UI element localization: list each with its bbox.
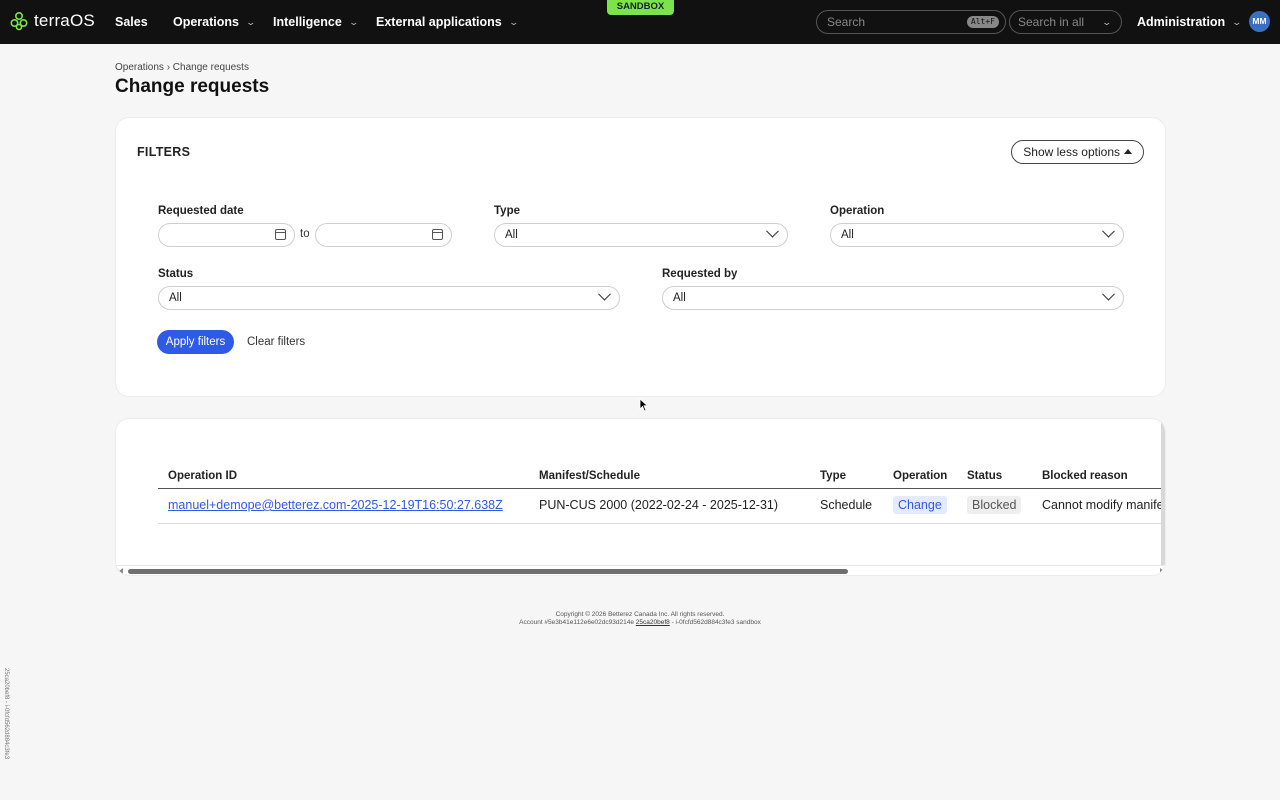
show-less-options-button[interactable]: Show less options (1011, 140, 1144, 164)
scroll-right-icon[interactable] (1160, 568, 1164, 574)
top-navigation: terraOS Sales Operations ⌄ Intelligence … (0, 0, 1280, 44)
requested-date-from-input[interactable] (158, 223, 295, 247)
search-shortcut-badge: Alt+F (966, 16, 999, 28)
column-header-blocked-reason[interactable]: Blocked reason (1042, 470, 1128, 482)
mouse-cursor-icon (639, 398, 649, 412)
type-select-value: All (505, 229, 518, 241)
type-select[interactable]: All (494, 223, 788, 247)
requested-date-label: Requested date (158, 205, 244, 217)
operation-select[interactable]: All (830, 223, 1124, 247)
account-info: Account #5e3b41e112e6e02dc93d214e 25ca20… (0, 619, 1280, 627)
horizontal-scrollbar[interactable] (116, 565, 1165, 575)
date-range-to-label: to (300, 228, 310, 240)
type-cell: Schedule (820, 498, 873, 512)
logo-text: terraOS (34, 11, 95, 30)
manifest-schedule-cell: PUN-CUS 2000 (2022-02-24 - 2025-12-31) (539, 498, 779, 512)
caret-up-icon (1124, 149, 1132, 154)
search-scope-select[interactable]: Search in all ⌄ (1009, 10, 1122, 34)
type-label: Type (494, 205, 520, 217)
chevron-down-icon: ⌄ (348, 16, 359, 27)
show-less-options-label: Show less options (1023, 145, 1120, 159)
scroll-left-icon[interactable] (119, 568, 123, 574)
chevron-down-icon (766, 224, 779, 238)
nav-external-applications-label: External applications (376, 15, 502, 29)
chevron-down-icon: ⌄ (245, 16, 257, 27)
nav-administration[interactable]: Administration ⌄ (1137, 15, 1243, 29)
nav-intelligence-label: Intelligence (273, 15, 342, 29)
user-avatar[interactable]: MM (1249, 11, 1270, 32)
nav-operations[interactable]: Operations ⌄ (173, 15, 257, 29)
nav-intelligence[interactable]: Intelligence ⌄ (273, 15, 359, 29)
horizontal-scrollbar-thumb[interactable] (128, 569, 848, 574)
breadcrumb: Operations › Change requests (115, 62, 249, 73)
chevron-down-icon: ⌄ (1231, 16, 1243, 27)
table-header-divider (158, 488, 1165, 489)
nav-sales[interactable]: Sales (115, 15, 148, 29)
chevron-down-icon (1102, 224, 1115, 238)
account-number: Account #5e3b41e112e6e02dc93d214e (519, 619, 634, 626)
terraos-logo-icon (10, 11, 28, 31)
nav-operations-label: Operations (173, 15, 239, 29)
requested-by-label: Requested by (662, 268, 738, 280)
operation-id-link[interactable]: manuel+demope@betterez.com-2025-12-19T16… (168, 498, 503, 512)
chevron-down-icon (598, 287, 611, 301)
filters-heading: FILTERS (137, 145, 191, 159)
column-header-status[interactable]: Status (967, 470, 1002, 482)
requested-date-to-input[interactable] (315, 223, 452, 247)
table-row-divider (158, 523, 1165, 524)
clear-filters-button[interactable]: Clear filters (247, 336, 305, 348)
calendar-icon[interactable] (275, 229, 286, 240)
operation-badge: Change (893, 496, 947, 514)
filters-panel: FILTERS Show less options Requested date… (115, 117, 1166, 397)
page-title: Change requests (115, 76, 270, 97)
nav-administration-label: Administration (1137, 15, 1226, 29)
status-select[interactable]: All (158, 286, 620, 310)
copyright-text: Copyright © 2026 Betterez Canada Inc. Al… (555, 611, 725, 618)
status-badge: Blocked (967, 496, 1022, 514)
nav-external-applications[interactable]: External applications ⌄ (376, 15, 519, 29)
column-header-operation-id[interactable]: Operation ID (168, 470, 237, 482)
side-instance-id: 25ca20bef8 - i-0fcfd562d884c3fe3 (3, 668, 9, 760)
terraos-logo[interactable]: terraOS (10, 11, 95, 31)
chevron-down-icon: ⌄ (508, 16, 519, 27)
change-requests-table: Operation ID Manifest/Schedule Type Oper… (115, 418, 1166, 576)
sandbox-badge: SANDBOX (607, 0, 674, 15)
requested-by-select-value: All (673, 292, 686, 304)
status-select-value: All (169, 292, 182, 304)
chevron-down-icon (1102, 287, 1115, 301)
global-search-input[interactable]: Search Alt+F (816, 10, 1006, 34)
nav-sales-label: Sales (115, 15, 148, 29)
operation-select-value: All (841, 229, 854, 241)
column-header-type[interactable]: Type (820, 470, 846, 482)
status-label: Status (158, 268, 194, 280)
footer: Copyright © 2026 Betterez Canada Inc. Al… (0, 611, 1280, 627)
chevron-down-icon: ⌄ (1101, 17, 1113, 27)
account-link[interactable]: 25ca20bef8 (636, 619, 670, 626)
column-header-operation[interactable]: Operation (893, 470, 947, 482)
operation-label: Operation (830, 205, 885, 217)
apply-filters-button[interactable]: Apply filters (157, 330, 234, 354)
vertical-scrollbar[interactable] (1161, 419, 1165, 565)
calendar-icon[interactable] (432, 229, 443, 240)
column-header-manifest-schedule[interactable]: Manifest/Schedule (539, 470, 640, 482)
search-placeholder: Search (827, 15, 866, 29)
instance-info: - i-0fcfd562d884c3fe3 sandbox (671, 619, 761, 626)
requested-by-select[interactable]: All (662, 286, 1124, 310)
blocked-reason-cell: Cannot modify manifest (1042, 498, 1166, 512)
search-scope-value: Search in all (1018, 15, 1085, 29)
